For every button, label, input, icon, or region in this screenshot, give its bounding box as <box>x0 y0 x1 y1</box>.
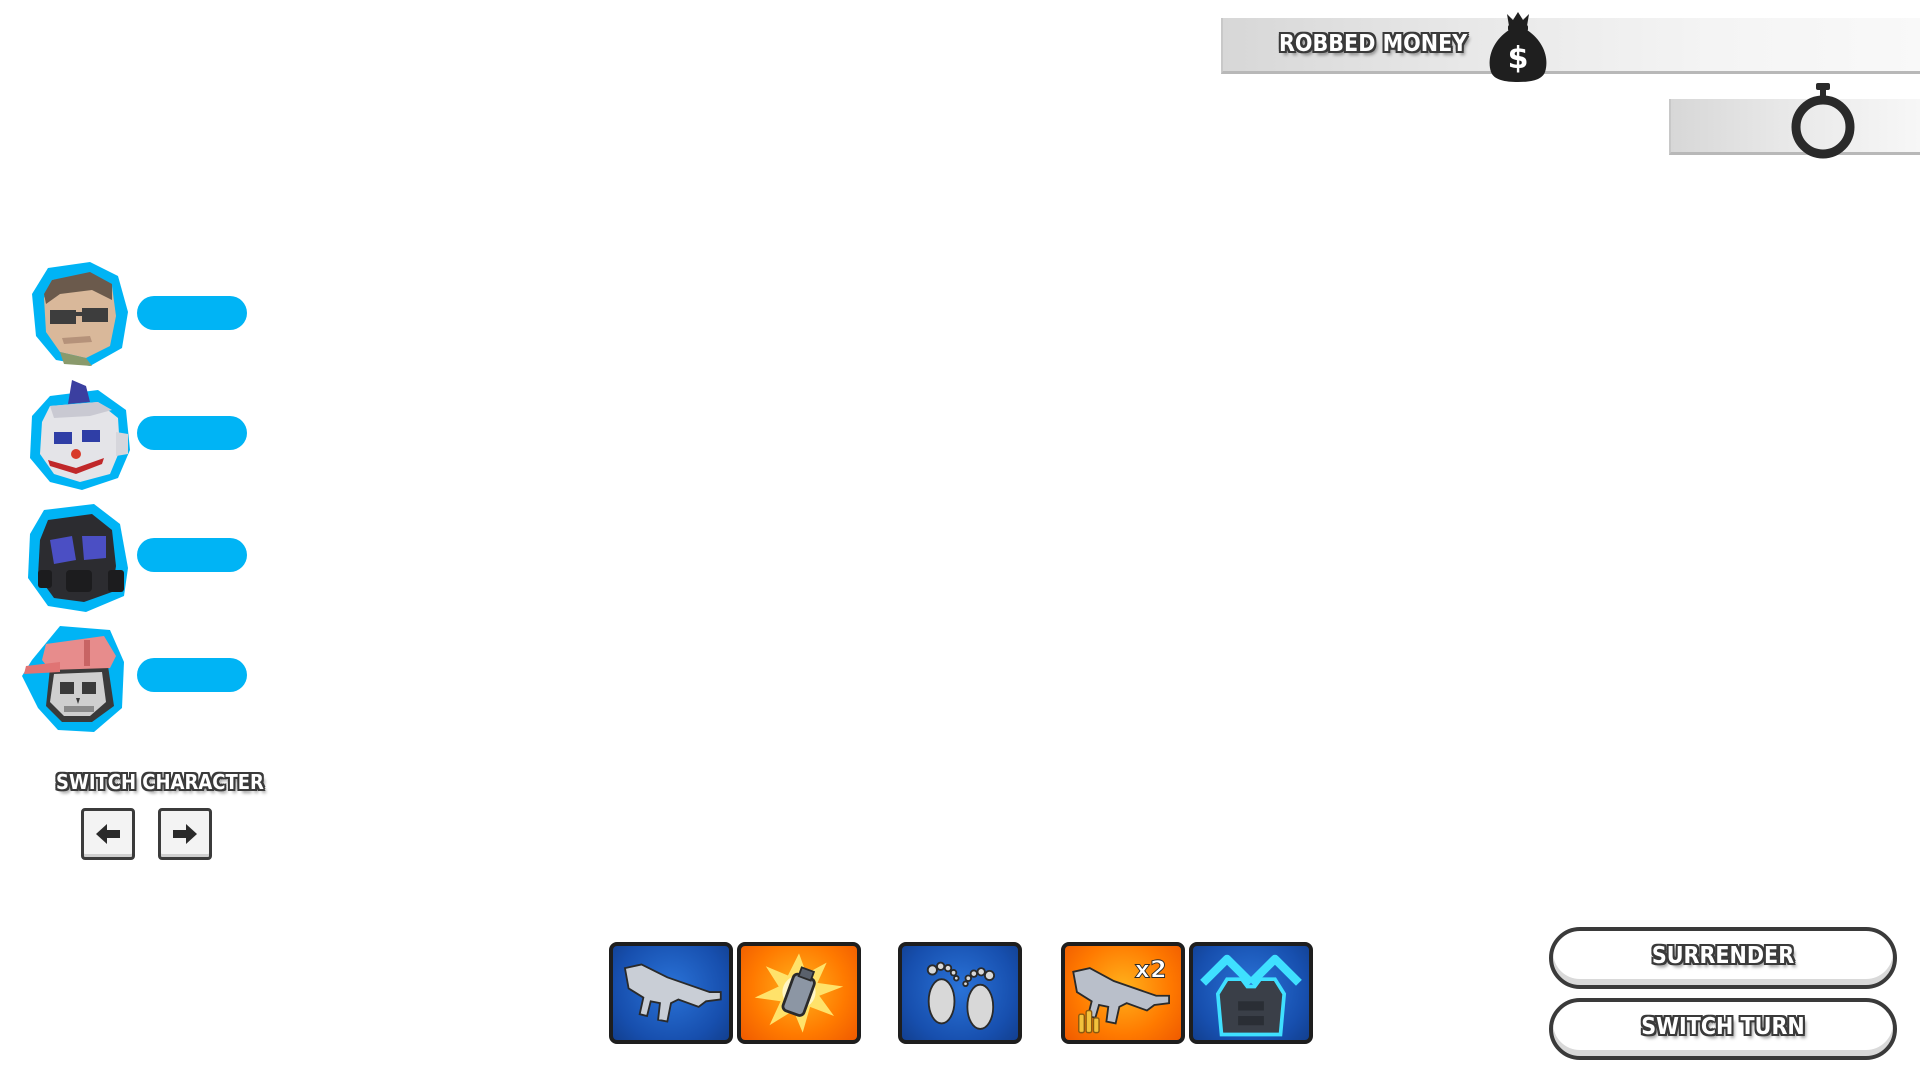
arrow-left-icon <box>96 824 120 844</box>
robbed-money-label: ROBBED MONEY <box>1279 31 1468 57</box>
character-bald-sunglasses-avatar <box>32 262 128 366</box>
svg-text:$: $ <box>1508 41 1529 76</box>
character-3-health-bar <box>137 538 247 572</box>
character-1-health-bar <box>137 296 247 330</box>
assault-rifle-icon <box>623 963 722 1023</box>
character-2-health-bar <box>137 416 247 450</box>
ability-armor-button[interactable] <box>1189 942 1313 1044</box>
character-slot-1[interactable] <box>20 254 250 372</box>
armor-vest-icon <box>1200 954 1302 1037</box>
character-clown-avatar <box>30 380 130 490</box>
character-4-health-bar <box>137 658 247 692</box>
character-slot-3[interactable] <box>20 496 250 614</box>
stopwatch-icon <box>1791 83 1855 159</box>
double-ammo-icon: x2 <box>1072 955 1170 1034</box>
character-skull-cap-avatar <box>22 626 124 732</box>
character-slot-4[interactable] <box>20 616 250 734</box>
surrender-button[interactable]: SURRENDER <box>1549 927 1897 989</box>
turn-timer-panel <box>1669 83 1920 159</box>
footsteps-icon <box>926 961 996 1030</box>
surrender-button-label: SURRENDER <box>1651 943 1795 969</box>
switch-character-label: SWITCH CHARACTER <box>56 770 264 794</box>
ability-assault-rifle-button[interactable] <box>609 942 733 1044</box>
robbed-money-panel: ROBBED MONEY $ <box>1221 12 1920 82</box>
money-bag-icon: $ <box>1489 12 1547 82</box>
switch-turn-button-label: SWITCH TURN <box>1641 1014 1805 1040</box>
previous-character-button[interactable] <box>81 808 135 860</box>
arrow-right-icon <box>173 824 197 844</box>
ability-footsteps-button[interactable] <box>898 942 1022 1044</box>
ability-double-ammo-button[interactable]: x2 <box>1061 942 1185 1044</box>
next-character-button[interactable] <box>158 808 212 860</box>
character-slot-2[interactable] <box>20 374 250 492</box>
character-gas-mask-avatar <box>28 504 128 612</box>
ability-grenade-button[interactable] <box>737 942 861 1044</box>
grenade-explosion-icon <box>754 953 844 1033</box>
ability-badge: x2 <box>1135 955 1167 983</box>
switch-turn-button[interactable]: SWITCH TURN <box>1549 998 1897 1060</box>
